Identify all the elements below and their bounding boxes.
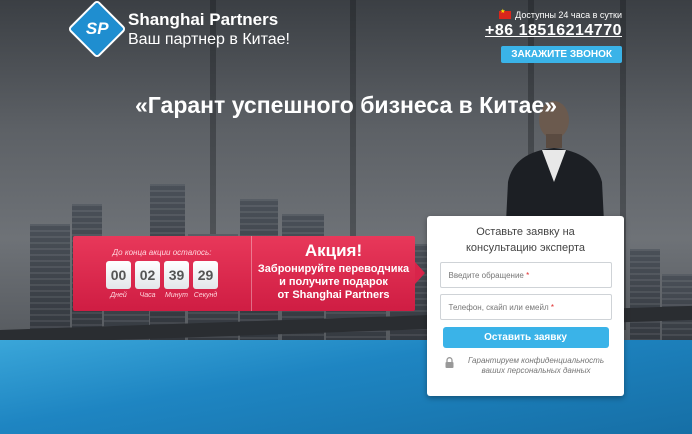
privacy-text-line: Гарантируем конфиденциальность: [467, 356, 605, 365]
countdown-value: 02: [135, 261, 160, 289]
logo-mark-icon: SP: [67, 0, 127, 59]
required-mark: *: [550, 303, 555, 312]
brand-name: Shanghai Partners: [128, 9, 279, 29]
privacy-text-line: ваших персональных данных: [481, 366, 591, 375]
promo-text-line: Забронируйте переводчика: [257, 263, 410, 275]
promo-offer: Акция! Забронируйте переводчика и получи…: [252, 236, 415, 311]
consultation-form: Оставьте заявку на консультацию эксперта…: [427, 216, 624, 396]
countdown-value: 29: [193, 261, 218, 289]
countdown-unit: Минут: [165, 292, 188, 299]
promo-text-line: от Shanghai Partners: [277, 289, 390, 301]
countdown-unit: Дней: [110, 292, 127, 299]
countdown-label: До конца акции осталось:: [112, 248, 212, 257]
brand-tagline: Ваш партнер в Китае!: [128, 30, 290, 48]
logo-initials: SP: [85, 19, 109, 38]
phone-link[interactable]: +86 18516214770: [485, 22, 622, 40]
site-logo[interactable]: SP Shanghai Partners Ваш партнер в Китае…: [67, 0, 290, 59]
request-input[interactable]: Введите обращение *: [439, 262, 612, 288]
contact-input-placeholder: Телефон, скайп или емейл: [448, 303, 549, 312]
lock-icon: [445, 357, 454, 368]
form-title-line: консультацию эксперта: [466, 242, 585, 254]
request-input-placeholder: Введите обращение: [448, 271, 524, 280]
countdown-unit: Часа: [139, 292, 156, 299]
countdown-hours: 02 Часа: [135, 261, 160, 299]
countdown-minutes: 39 Минут: [164, 261, 189, 299]
availability-text: Доступны 24 часа в сутки: [515, 10, 622, 20]
countdown-value: 39: [164, 261, 189, 289]
promo-text-line: и получите подарок: [279, 276, 388, 288]
promo-arrow-icon: [415, 262, 425, 284]
form-title-line: Оставьте заявку на: [476, 226, 575, 238]
required-mark: *: [526, 271, 530, 280]
promo-title: Акция!: [304, 241, 363, 260]
countdown-unit: Секунд: [193, 292, 218, 299]
countdown-days: 00 Дней: [106, 261, 131, 299]
countdown-value: 00: [106, 261, 131, 289]
contact-input[interactable]: Телефон, скайп или емейл *: [439, 294, 612, 320]
request-callback-button[interactable]: ЗАКАЖИТЕ ЗВОНОК: [501, 46, 622, 63]
contact-block: Доступны 24 часа в сутки +86 18516214770…: [485, 8, 622, 63]
page-headline: «Гарант успешного бизнеса в Китае»: [135, 92, 557, 118]
privacy-note: Гарантируем конфиденциальность ваших пер…: [445, 356, 624, 376]
countdown-seconds: 29 Секунд: [193, 261, 218, 299]
submit-request-button[interactable]: Оставить заявку: [442, 327, 609, 348]
china-flag-icon: [499, 8, 512, 19]
countdown: До конца акции осталось: 00 Дней 02 Часа…: [73, 236, 251, 311]
promo-banner: До конца акции осталось: 00 Дней 02 Часа…: [73, 236, 425, 311]
